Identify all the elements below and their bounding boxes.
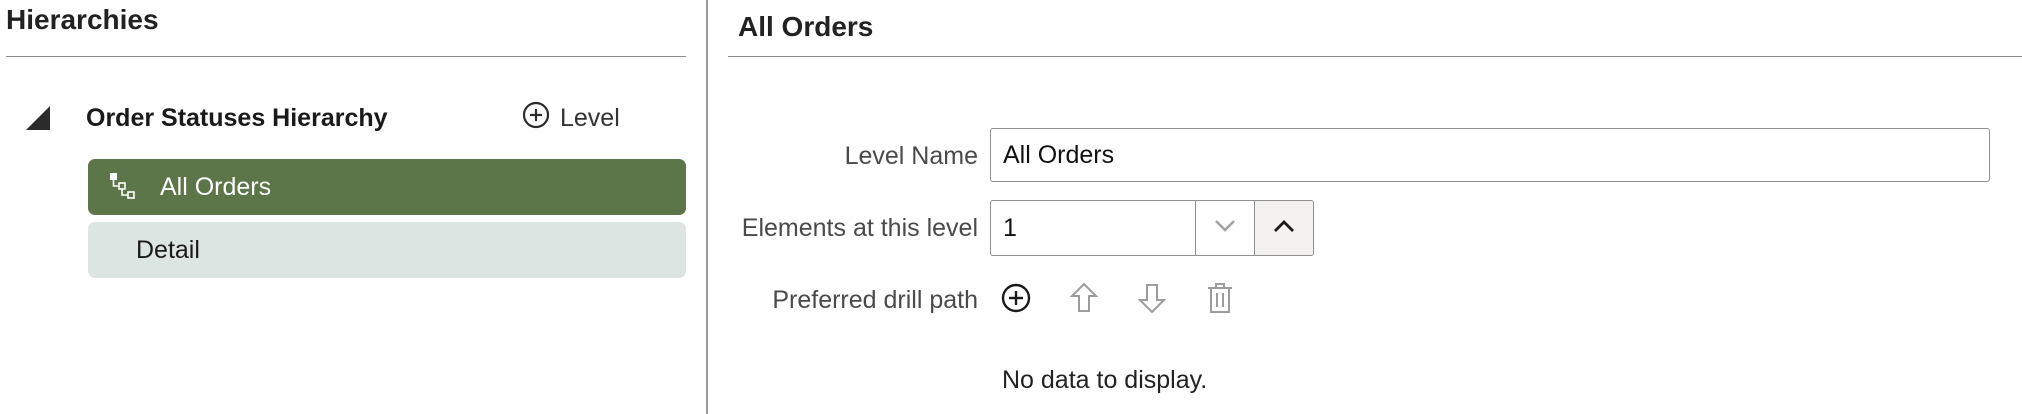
chevron-down-icon — [1214, 219, 1236, 238]
move-down-button[interactable] — [1136, 282, 1168, 319]
trash-icon — [1206, 282, 1234, 319]
elements-value[interactable]: 1 — [991, 201, 1195, 255]
add-drill-path-button[interactable] — [1000, 283, 1032, 318]
level-item-all-orders[interactable]: All Orders — [88, 159, 686, 215]
level-title-divider — [728, 56, 2022, 57]
increment-button[interactable] — [1254, 201, 1313, 255]
level-item-detail[interactable]: Detail — [88, 222, 686, 278]
panel-splitter[interactable] — [706, 0, 708, 414]
collapse-triangle-icon[interactable] — [26, 106, 50, 130]
drill-path-label: Preferred drill path — [772, 286, 978, 314]
chevron-up-icon — [1273, 219, 1295, 238]
add-circle-icon — [1001, 283, 1031, 318]
hierarchies-divider — [6, 56, 686, 57]
level-name-label: Level Name — [844, 142, 978, 170]
hierarchy-name: Order Statuses Hierarchy — [86, 104, 388, 132]
empty-message: No data to display. — [1002, 366, 1208, 394]
drill-path-toolbar — [1000, 280, 1236, 320]
level-item-label: All Orders — [160, 172, 272, 201]
arrow-down-icon — [1137, 282, 1167, 319]
add-circle-icon — [522, 101, 550, 136]
delete-button[interactable] — [1204, 282, 1236, 319]
hierarchy-levels-icon — [108, 171, 140, 203]
level-item-label: Detail — [136, 235, 200, 264]
arrow-up-icon — [1069, 282, 1099, 319]
level-title: All Orders — [738, 11, 874, 42]
move-up-button[interactable] — [1068, 282, 1100, 319]
elements-stepper[interactable]: 1 — [990, 200, 1314, 256]
decrement-button[interactable] — [1195, 201, 1254, 255]
add-level-button[interactable]: Level — [522, 101, 620, 136]
level-name-input[interactable] — [990, 128, 1990, 182]
elements-label: Elements at this level — [741, 214, 978, 242]
hierarchies-title: Hierarchies — [6, 4, 159, 35]
add-level-label: Level — [560, 103, 620, 132]
